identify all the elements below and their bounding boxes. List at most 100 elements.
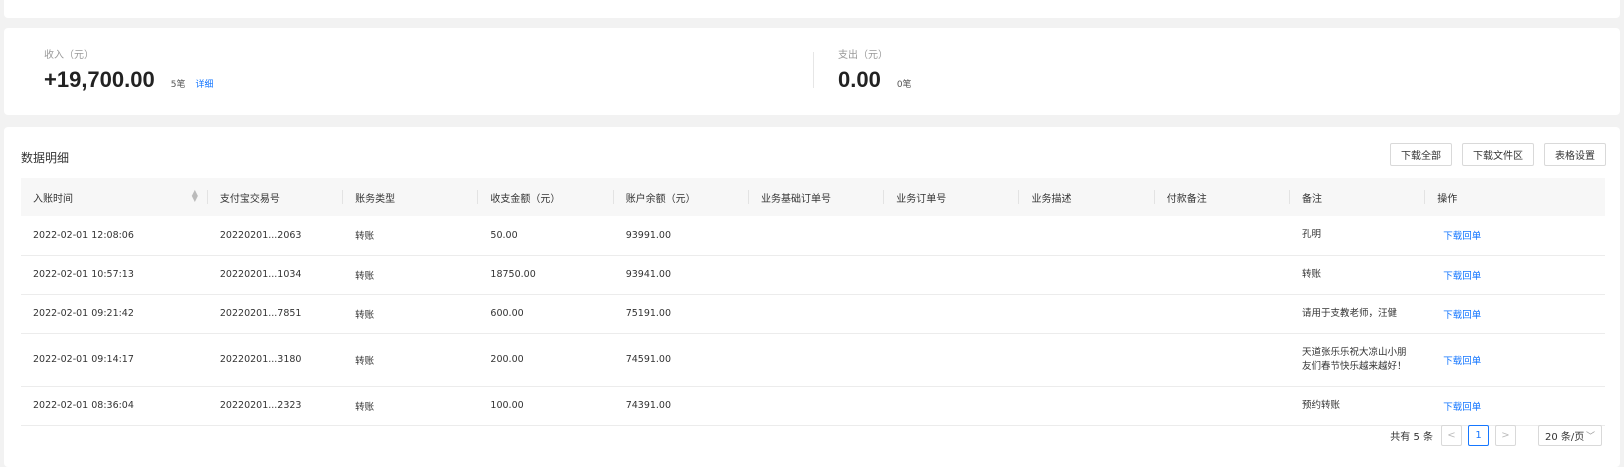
expense-amount: 0.00: [838, 67, 881, 92]
cell-amount: 100.00: [478, 386, 614, 426]
cell-trade-no: 20220201...7851: [207, 294, 344, 334]
col-header: 账务类型: [343, 178, 479, 216]
cell-trade-no: 20220201...2323: [207, 386, 344, 426]
cell-pay-remark: [1154, 294, 1291, 334]
income-count: 5笔: [170, 80, 186, 90]
cell-pay-remark: [1154, 386, 1291, 426]
cell-pay-remark: [1154, 333, 1291, 387]
col-header: 备注: [1290, 178, 1426, 216]
table-header-row: 入账时间 ▲ ▼ 支付宝交易号 账务类型 收支金额（元） 账户余额（元） 业务基础订…: [21, 178, 1605, 216]
expense-count: 0笔: [896, 80, 912, 90]
page-number-button[interactable]: 1: [1468, 425, 1489, 446]
col-header: 业务描述: [1019, 178, 1155, 216]
cell-order: [884, 386, 1020, 426]
col-header: 操作: [1437, 193, 1458, 205]
download-receipt-link[interactable]: 下载回单: [1437, 402, 1481, 413]
income-amount: +19,700.00: [44, 67, 155, 92]
cell-action: 下载回单: [1425, 294, 1605, 334]
cell-amount: 200.00: [478, 333, 614, 387]
col-header: 业务订单号: [884, 178, 1020, 216]
table-row: 2022-02-01 09:21:42 20220201...7851 转账 6…: [21, 294, 1605, 334]
chevron-down-icon: ﹀: [1585, 432, 1595, 442]
cell-desc: [1019, 333, 1155, 387]
cell-time: 2022-02-01 12:08:06: [21, 216, 208, 256]
cell-base-order: [748, 386, 885, 426]
col-header[interactable]: 入账时间 ▲ ▼: [21, 178, 208, 216]
cell-desc: [1019, 216, 1155, 256]
sort-icon[interactable]: ▲ ▼: [192, 189, 198, 203]
cell-remark: 天道张乐乐祝大凉山小朋友们春节快乐越来越好！: [1290, 333, 1426, 387]
cell-order: [884, 333, 1020, 387]
cell-remark: 预约转账: [1290, 386, 1426, 426]
cell-remark: 转账: [1290, 255, 1426, 295]
cell-remark: 孔明: [1290, 216, 1426, 256]
cell-amount: 50.00: [478, 216, 614, 256]
cell-desc: [1019, 386, 1155, 426]
col-header: 付款备注: [1155, 178, 1291, 216]
download-all-button[interactable]: 下载全部: [1390, 143, 1452, 166]
cell-trade-no: 20220201...1034: [207, 255, 344, 295]
cell-pay-remark: [1154, 255, 1291, 295]
cell-type: 转账: [343, 333, 479, 387]
toolbar: 下载全部 下载文件区 表格设置: [1390, 143, 1606, 166]
cell-desc: [1019, 255, 1155, 295]
cell-balance: 74591.00: [613, 333, 749, 387]
detail-panel: 数据明细 下载全部 下载文件区 表格设置 入账时间 ▲ ▼ 支付宝交易号 账务类型 …: [4, 127, 1620, 467]
cell-trade-no: 20220201...2063: [207, 216, 344, 256]
summary-divider: [813, 52, 814, 88]
cell-time: 2022-02-01 09:14:17: [21, 333, 208, 387]
cell-type: 转账: [343, 216, 479, 256]
cell-balance: 93941.00: [613, 255, 749, 295]
col-header: 收支金额（元）: [478, 178, 614, 216]
download-receipt-link[interactable]: 下载回单: [1437, 356, 1481, 367]
transactions-table: 入账时间 ▲ ▼ 支付宝交易号 账务类型 收支金额（元） 账户余额（元） 业务基础订…: [21, 178, 1605, 426]
next-page-button[interactable]: >: [1495, 425, 1516, 446]
prev-page-button[interactable]: <: [1441, 425, 1462, 446]
cell-base-order: [748, 333, 885, 387]
table-settings-button[interactable]: 表格设置: [1544, 143, 1606, 166]
col-header: 业务基础订单号: [749, 178, 885, 216]
page-size-select[interactable]: 20 条/页 ﹀: [1538, 425, 1602, 446]
cell-time: 2022-02-01 09:21:42: [21, 294, 208, 334]
cell-order: [884, 255, 1020, 295]
cell-time: 2022-02-01 08:36:04: [21, 386, 208, 426]
col-header: 支付宝交易号: [208, 178, 344, 216]
cell-amount: 600.00: [478, 294, 614, 334]
cell-balance: 74391.00: [613, 386, 749, 426]
cell-balance: 75191.00: [613, 294, 749, 334]
cell-type: 转账: [343, 386, 479, 426]
cell-amount: 18750.00: [478, 255, 614, 295]
cell-action: 下载回单: [1425, 333, 1605, 387]
page-size-value: 20 条/页: [1545, 432, 1585, 443]
table-row: 2022-02-01 08:36:04 20220201...2323 转账 1…: [21, 386, 1605, 426]
cell-action: 下载回单: [1425, 216, 1605, 256]
table-row: 2022-02-01 12:08:06 20220201...2063 转账 5…: [21, 216, 1605, 256]
cell-order: [884, 216, 1020, 256]
cell-order: [884, 294, 1020, 334]
cell-action: 下载回单: [1425, 255, 1605, 295]
table-row: 2022-02-01 10:57:13 20220201...1034 转账 1…: [21, 255, 1605, 295]
cell-trade-no: 20220201...3180: [207, 333, 344, 387]
pagination-total: 共有 5 条: [1390, 432, 1433, 443]
col-header: 账户余额（元）: [614, 178, 749, 216]
download-receipt-link[interactable]: 下载回单: [1437, 271, 1481, 282]
expense-summary: 支出（元） 0.00 0笔: [838, 46, 912, 93]
summary-panel: 收入（元） +19,700.00 5笔 详细 支出（元） 0.00 0笔: [4, 28, 1620, 115]
income-summary: 收入（元） +19,700.00 5笔 详细: [44, 46, 213, 93]
cell-type: 转账: [343, 294, 479, 334]
cell-type: 转账: [343, 255, 479, 295]
cell-desc: [1019, 294, 1155, 334]
download-receipt-link[interactable]: 下载回单: [1437, 231, 1481, 242]
cell-action: 下载回单: [1425, 386, 1605, 426]
cell-balance: 93991.00: [613, 216, 749, 256]
income-label: 收入（元）: [44, 50, 94, 61]
income-detail-link[interactable]: 详细: [195, 77, 213, 90]
top-panel: [4, 0, 1620, 18]
download-receipt-link[interactable]: 下载回单: [1437, 310, 1481, 321]
cell-remark: 请用于支教老师，汪健: [1290, 294, 1426, 334]
download-files-button[interactable]: 下载文件区: [1462, 143, 1534, 166]
detail-title: 数据明细: [21, 151, 70, 165]
expense-label: 支出（元）: [838, 50, 888, 61]
pagination: 共有 5 条 < 1 > 20 条/页 ﹀: [1390, 425, 1602, 446]
cell-base-order: [748, 294, 885, 334]
